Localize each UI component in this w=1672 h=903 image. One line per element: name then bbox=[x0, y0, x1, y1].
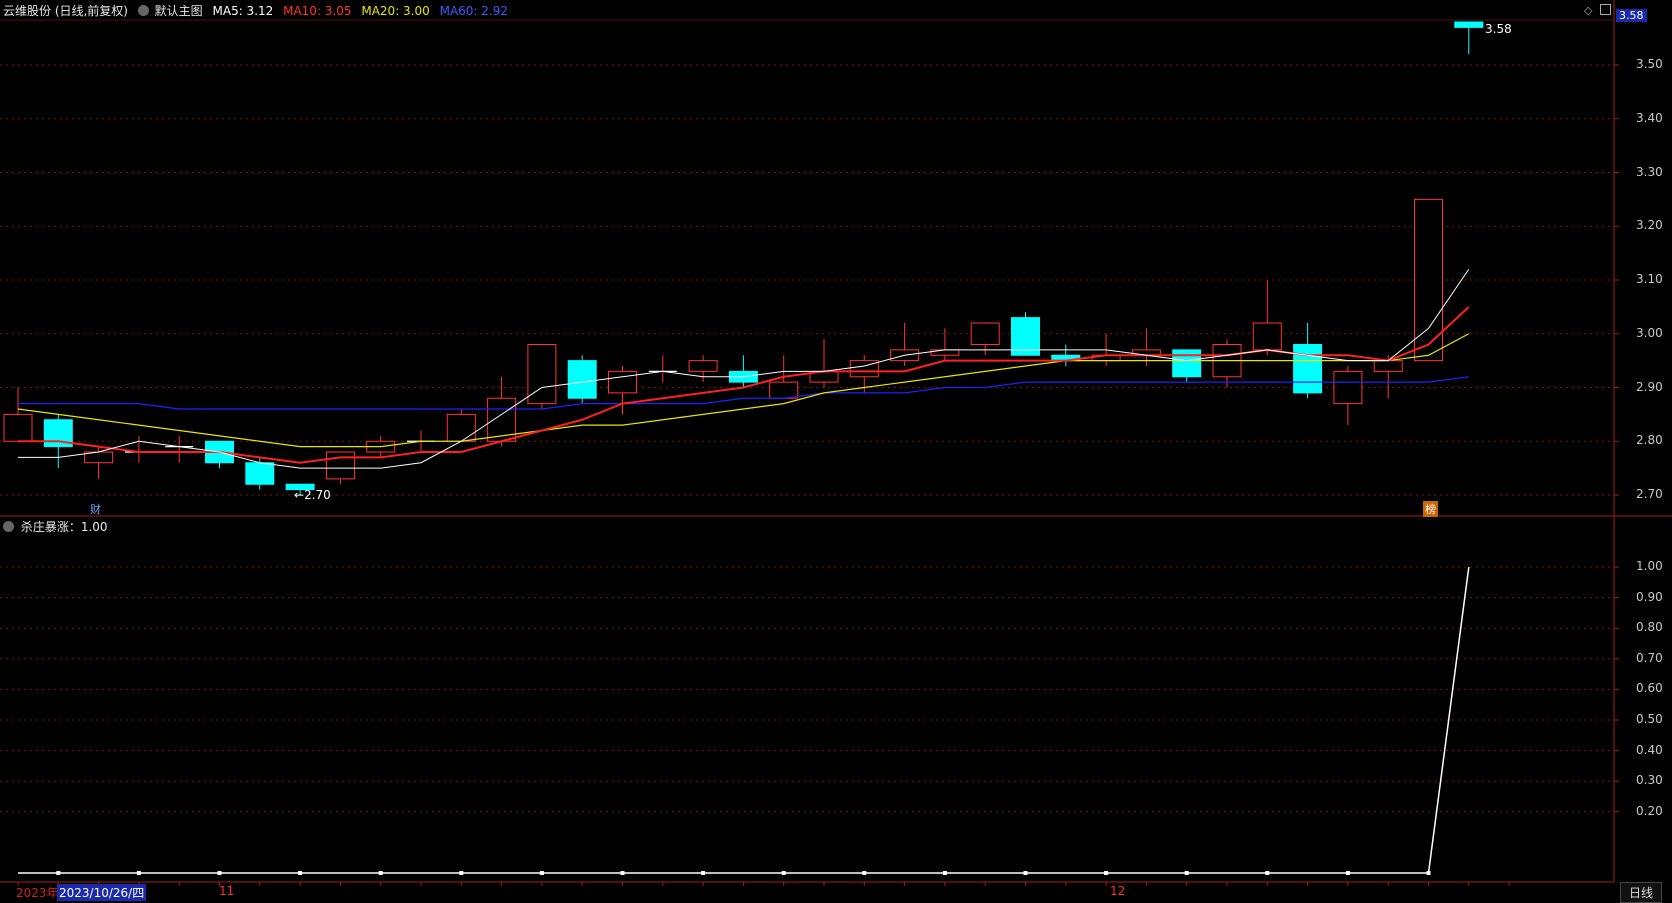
indicator-tick-label: 0.90 bbox=[1636, 589, 1663, 604]
indicator-tick-label: 0.70 bbox=[1636, 650, 1663, 665]
indicator-point bbox=[56, 871, 61, 875]
indicator-tick-label: 0.40 bbox=[1636, 742, 1663, 757]
indicator-label[interactable]: 杀庄暴涨：1.00 bbox=[21, 520, 108, 534]
candles[interactable] bbox=[3, 21, 1484, 495]
indicator-point bbox=[862, 871, 867, 875]
price-grid bbox=[0, 64, 1619, 496]
selected-date: 2023/10/26/四 bbox=[57, 884, 147, 901]
indicator-dropdown-icon[interactable] bbox=[3, 521, 14, 532]
candle[interactable] bbox=[527, 344, 557, 410]
indicator-header: 杀庄暴涨：1.00 bbox=[3, 518, 108, 535]
indicator-tick-label: 0.20 bbox=[1636, 803, 1663, 818]
price-tick-label: 3.50 bbox=[1636, 57, 1663, 71]
price-tick-label: 3.10 bbox=[1636, 272, 1663, 286]
indicator-point bbox=[1184, 871, 1189, 875]
indicator-point bbox=[620, 871, 625, 875]
candle[interactable] bbox=[1212, 339, 1242, 388]
high-annotation: 3.58 bbox=[1485, 22, 1512, 36]
indicator-point bbox=[1104, 871, 1109, 875]
indicator-point bbox=[459, 871, 464, 875]
date-ticks bbox=[17, 882, 1510, 886]
candle[interactable] bbox=[728, 355, 758, 388]
indicator-tick-label: 0.80 bbox=[1636, 620, 1663, 635]
indicator-tick-label: 0.30 bbox=[1636, 773, 1663, 788]
arrow-left-icon: ← bbox=[294, 488, 305, 502]
indicator-tick-label: 1.00 bbox=[1636, 559, 1663, 573]
low-annotation: ←2.70 bbox=[294, 488, 331, 502]
price-tick-label: 2.90 bbox=[1636, 379, 1663, 394]
high-price-label: 3.58 bbox=[1485, 22, 1512, 36]
candle[interactable] bbox=[809, 339, 839, 388]
indicator-tick-label: 0.60 bbox=[1636, 681, 1663, 696]
candle[interactable] bbox=[930, 328, 960, 361]
indicator-point bbox=[1345, 871, 1350, 875]
month-11-label: 11 bbox=[219, 884, 235, 898]
candle[interactable] bbox=[1252, 280, 1282, 356]
ma20-line bbox=[17, 333, 1470, 448]
price-tick-label: 2.70 bbox=[1636, 487, 1663, 501]
price-tick-label: 3.30 bbox=[1636, 164, 1663, 179]
indicator-line bbox=[18, 566, 1470, 875]
candle[interactable] bbox=[245, 457, 275, 490]
indicator-point bbox=[136, 871, 141, 875]
chart-canvas[interactable] bbox=[0, 0, 1672, 900]
indicator-point bbox=[378, 871, 383, 875]
indicator-point bbox=[942, 871, 947, 875]
price-tick-label: 3.40 bbox=[1636, 110, 1663, 125]
candle[interactable] bbox=[1333, 366, 1363, 426]
candle[interactable] bbox=[1011, 312, 1040, 356]
indicator-tick-label: 0.50 bbox=[1636, 712, 1663, 726]
price-tick-label: 3.00 bbox=[1636, 325, 1663, 340]
indicator-point bbox=[701, 871, 706, 875]
indicator-point bbox=[217, 871, 222, 875]
indicator-point bbox=[298, 871, 303, 875]
indicator-point bbox=[1426, 871, 1431, 875]
candle[interactable] bbox=[1373, 355, 1403, 399]
indicator-point bbox=[1023, 871, 1028, 875]
rank-marker[interactable]: 榜 bbox=[1423, 501, 1438, 517]
indicator-point bbox=[539, 871, 544, 875]
candle[interactable] bbox=[1051, 344, 1081, 367]
indicator-grid bbox=[0, 566, 1619, 813]
candle[interactable] bbox=[970, 322, 1000, 356]
candle[interactable] bbox=[648, 355, 677, 383]
year-label: 2023年 bbox=[16, 886, 59, 900]
candle[interactable] bbox=[165, 435, 194, 463]
candle[interactable] bbox=[446, 409, 476, 442]
candle[interactable] bbox=[124, 435, 153, 463]
candle[interactable] bbox=[567, 355, 597, 404]
finance-marker[interactable]: 财 bbox=[88, 501, 103, 517]
candle[interactable] bbox=[890, 323, 920, 366]
candle[interactable] bbox=[84, 446, 114, 479]
price-tick-label: 3.20 bbox=[1636, 218, 1663, 233]
month-12-label: 12 bbox=[1110, 884, 1126, 898]
indicator-point bbox=[1265, 871, 1270, 875]
candle[interactable] bbox=[1454, 21, 1484, 55]
candle[interactable] bbox=[688, 355, 718, 383]
current-price-box: 3.58 bbox=[1616, 9, 1647, 22]
price-tick-label: 2.80 bbox=[1636, 433, 1663, 448]
indicator-point bbox=[781, 871, 786, 875]
low-price-label: 2.70 bbox=[304, 488, 331, 502]
candle[interactable] bbox=[3, 387, 33, 442]
